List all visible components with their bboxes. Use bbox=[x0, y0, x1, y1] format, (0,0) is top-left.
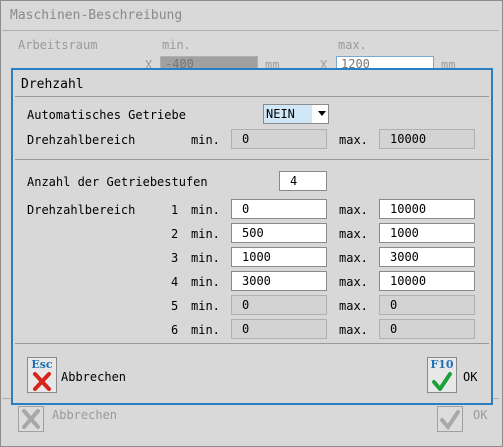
max-label: max. bbox=[339, 323, 368, 337]
gear-max-field[interactable]: 1000 bbox=[379, 223, 475, 243]
overall-min-field: 0 bbox=[231, 129, 327, 149]
cancel-label[interactable]: Abbrechen bbox=[61, 370, 126, 384]
min-label: min. bbox=[191, 227, 220, 241]
background-cancel-button bbox=[18, 406, 44, 432]
gear-number: 6 bbox=[171, 323, 179, 337]
gear-min-field[interactable]: 1000 bbox=[231, 247, 327, 267]
speed-range-label: Drehzahlbereich bbox=[27, 133, 136, 147]
chevron-down-icon[interactable] bbox=[318, 111, 326, 116]
gear-min-field[interactable]: 3000 bbox=[231, 271, 327, 291]
f10-key-label: F10 bbox=[430, 358, 454, 371]
background-min-header: min. bbox=[162, 38, 191, 52]
cancel-x-icon bbox=[33, 372, 51, 391]
cancel-button[interactable]: Esc bbox=[27, 357, 57, 393]
gear-min-field[interactable]: 0 bbox=[231, 199, 327, 219]
cancel-x-icon bbox=[22, 409, 40, 429]
gear-count-input[interactable]: 4 bbox=[279, 171, 327, 191]
gear-count-label: Anzahl der Getriebestufen bbox=[27, 175, 208, 189]
gear-min-field[interactable]: 500 bbox=[231, 223, 327, 243]
gear-max-field: 0 bbox=[379, 295, 475, 315]
max-label: max. bbox=[339, 299, 368, 313]
background-window-title: Maschinen-Beschreibung bbox=[10, 8, 183, 23]
max-label: max. bbox=[339, 203, 368, 217]
background-ok-button bbox=[437, 406, 463, 432]
gear-min-field: 0 bbox=[231, 295, 327, 315]
gear-number: 1 bbox=[171, 203, 179, 217]
checkmark-icon bbox=[440, 410, 460, 431]
background-max-header: max. bbox=[338, 38, 367, 52]
checkmark-icon bbox=[432, 372, 452, 391]
ok-button[interactable]: F10 bbox=[427, 357, 457, 393]
max-label: max. bbox=[339, 133, 368, 147]
min-label: min. bbox=[191, 133, 220, 147]
divider bbox=[15, 96, 489, 97]
background-cancel-label: Abbrechen bbox=[52, 408, 118, 422]
auto-gear-selected-value: NEIN bbox=[264, 105, 312, 123]
min-label: min. bbox=[191, 275, 220, 289]
gear-number: 5 bbox=[171, 299, 179, 313]
background-ok-label: OK bbox=[473, 408, 488, 422]
gear-max-field[interactable]: 10000 bbox=[379, 271, 475, 291]
gear-number: 4 bbox=[171, 275, 179, 289]
min-label: min. bbox=[191, 203, 220, 217]
gear-number: 2 bbox=[171, 227, 179, 241]
gear-max-field[interactable]: 10000 bbox=[379, 199, 475, 219]
esc-key-label: Esc bbox=[31, 358, 53, 371]
max-label: max. bbox=[339, 251, 368, 265]
min-label: min. bbox=[191, 323, 220, 337]
auto-gear-label: Automatisches Getriebe bbox=[27, 108, 186, 122]
gear-number: 3 bbox=[171, 251, 179, 265]
gear-min-field: 0 bbox=[231, 319, 327, 339]
background-section-label: Arbeitsraum bbox=[18, 38, 98, 52]
gear-max-field: 0 bbox=[379, 319, 475, 339]
divider bbox=[2, 30, 499, 31]
max-label: max. bbox=[339, 275, 368, 289]
overall-max-field: 10000 bbox=[379, 129, 475, 149]
dialog-title: Drehzahl bbox=[21, 77, 84, 92]
divider bbox=[15, 159, 489, 160]
auto-gear-select[interactable]: NEIN bbox=[263, 104, 329, 124]
divider bbox=[15, 343, 489, 344]
gear-max-field[interactable]: 3000 bbox=[379, 247, 475, 267]
gear-range-label: Drehzahlbereich bbox=[27, 203, 136, 217]
ok-label[interactable]: OK bbox=[463, 370, 477, 384]
max-label: max. bbox=[339, 227, 368, 241]
min-label: min. bbox=[191, 299, 220, 313]
min-label: min. bbox=[191, 251, 220, 265]
speed-dialog: Drehzahl Automatisches Getriebe NEIN Dre… bbox=[11, 68, 493, 405]
